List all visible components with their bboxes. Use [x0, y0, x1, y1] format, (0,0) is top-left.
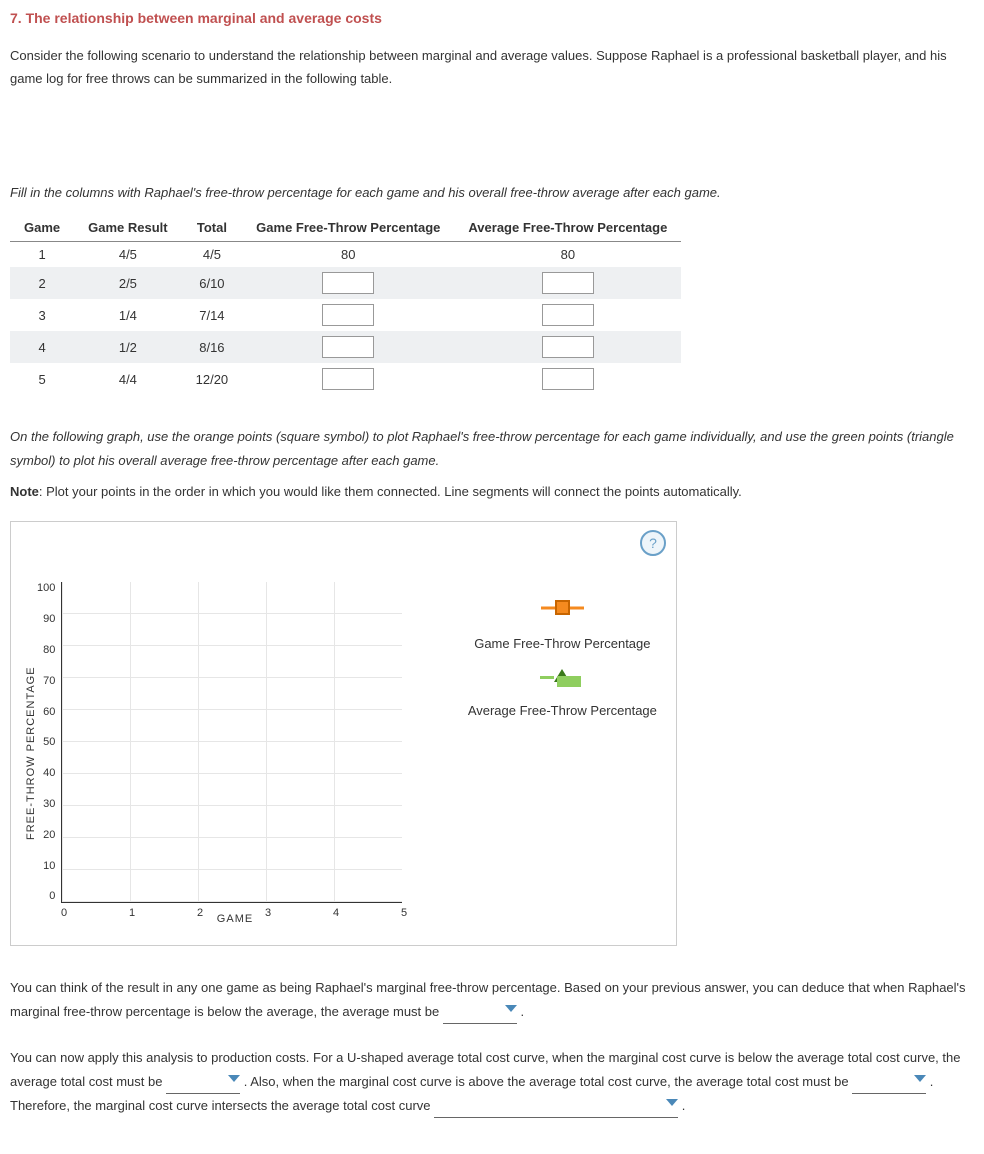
- cell-game: 4: [10, 331, 74, 363]
- paragraph-marginal: You can think of the result in any one g…: [10, 976, 974, 1024]
- plot-area[interactable]: [61, 582, 402, 903]
- input-avg-pct[interactable]: [542, 304, 594, 326]
- cell-result: 4/5: [74, 242, 181, 268]
- cell-result: 2/5: [74, 267, 181, 299]
- input-avg-pct[interactable]: [542, 336, 594, 358]
- table-row: 3 1/4 7/14: [10, 299, 681, 331]
- legend-label: Average Free-Throw Percentage: [452, 703, 672, 718]
- dropdown-intersection[interactable]: [434, 1094, 678, 1118]
- input-avg-pct[interactable]: [542, 272, 594, 294]
- col-game: Game: [10, 214, 74, 242]
- graph-note: Note: Plot your points in the order in w…: [10, 480, 974, 503]
- paragraph-costs: You can now apply this analysis to produ…: [10, 1046, 974, 1118]
- x-axis-label: GAME: [65, 913, 405, 925]
- col-result: Game Result: [74, 214, 181, 242]
- input-game-pct[interactable]: [322, 336, 374, 358]
- text: .: [682, 1098, 686, 1113]
- graph-panel: ? FREE-THROW PERCENTAGE 100 90 80 70 60 …: [10, 521, 677, 946]
- question-title: 7. The relationship between marginal and…: [10, 10, 974, 26]
- dropdown-average-direction[interactable]: [443, 1000, 517, 1024]
- free-throw-table: Game Game Result Total Game Free-Throw P…: [10, 214, 681, 395]
- col-avg-pct: Average Free-Throw Percentage: [454, 214, 681, 242]
- cell-total: 6/10: [182, 267, 243, 299]
- orange-square-icon: [555, 600, 570, 615]
- x-ticks: 0 1 2 3 4 5: [65, 903, 405, 907]
- input-game-pct[interactable]: [322, 304, 374, 326]
- note-text: : Plot your points in the order in which…: [39, 484, 742, 499]
- cell-game-pct: 80: [242, 242, 454, 268]
- input-game-pct[interactable]: [322, 272, 374, 294]
- cell-game: 1: [10, 242, 74, 268]
- graph-instruction: On the following graph, use the orange p…: [10, 425, 974, 472]
- note-label: Note: [10, 484, 39, 499]
- cell-total: 12/20: [182, 363, 243, 395]
- table-instruction: Fill in the columns with Raphael's free-…: [10, 181, 974, 204]
- y-axis-label: FREE-THROW PERCENTAGE: [21, 582, 37, 925]
- cell-total: 7/14: [182, 299, 243, 331]
- input-game-pct[interactable]: [322, 368, 374, 390]
- y-ticks: 100 90 80 70 60 50 40 30 20 10 0: [37, 582, 61, 902]
- col-game-pct: Game Free-Throw Percentage: [242, 214, 454, 242]
- legend-item-game[interactable]: Game Free-Throw Percentage: [452, 600, 672, 651]
- cell-game: 5: [10, 363, 74, 395]
- table-row: 1 4/5 4/5 80 80: [10, 242, 681, 268]
- table-row: 2 2/5 6/10: [10, 267, 681, 299]
- col-total: Total: [182, 214, 243, 242]
- table-row: 5 4/4 12/20: [10, 363, 681, 395]
- cell-result: 1/2: [74, 331, 181, 363]
- cell-game: 2: [10, 267, 74, 299]
- legend-item-average[interactable]: Average Free-Throw Percentage: [452, 669, 672, 718]
- dropdown-atc-above[interactable]: [852, 1070, 926, 1094]
- input-avg-pct[interactable]: [542, 368, 594, 390]
- cell-total: 8/16: [182, 331, 243, 363]
- legend-label: Game Free-Throw Percentage: [452, 636, 672, 651]
- cell-result: 4/4: [74, 363, 181, 395]
- cell-result: 1/4: [74, 299, 181, 331]
- cell-avg-pct: 80: [454, 242, 681, 268]
- green-triangle-icon: [554, 669, 570, 682]
- text: .: [520, 1004, 524, 1019]
- cell-total: 4/5: [182, 242, 243, 268]
- table-row: 4 1/2 8/16: [10, 331, 681, 363]
- cell-game: 3: [10, 299, 74, 331]
- dropdown-atc-below[interactable]: [166, 1070, 240, 1094]
- text: . Also, when the marginal cost curve is …: [244, 1074, 852, 1089]
- legend: Game Free-Throw Percentage Average Free-…: [452, 582, 672, 903]
- intro-text: Consider the following scenario to under…: [10, 44, 974, 91]
